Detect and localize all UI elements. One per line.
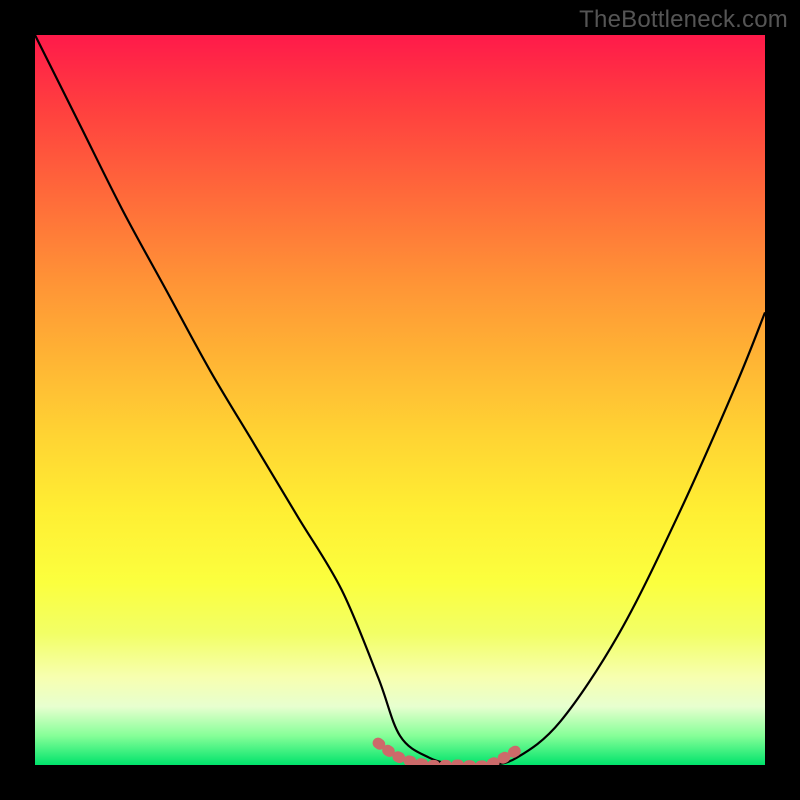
chart-svg [35, 35, 765, 765]
watermark-text: TheBottleneck.com [579, 6, 788, 34]
plot-area [35, 35, 765, 765]
chart-frame: TheBottleneck.com [0, 0, 800, 800]
optimal-range-marker [378, 743, 517, 765]
bottleneck-curve [35, 35, 765, 765]
